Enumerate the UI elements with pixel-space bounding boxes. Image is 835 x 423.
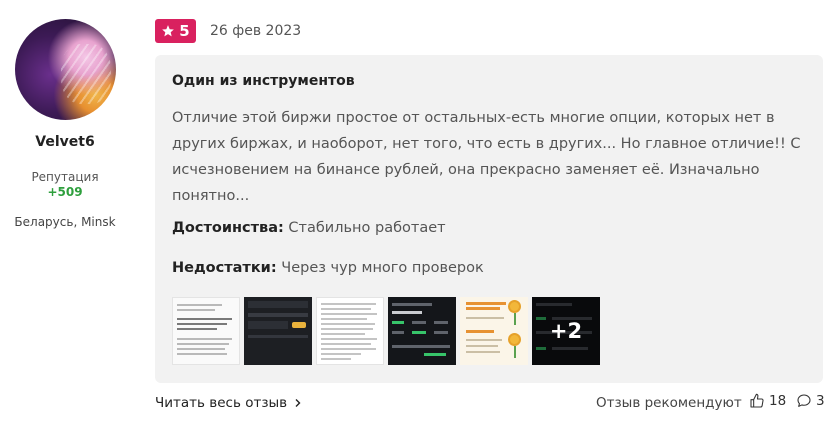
reputation-label: Репутация <box>31 170 99 184</box>
pros: Достоинства: Стабильно работает <box>172 220 446 236</box>
photo-thumbnail-more[interactable]: +2 <box>532 297 600 365</box>
thumbs-up-icon <box>750 393 764 408</box>
rating-badge: 5 <box>155 19 196 43</box>
star-icon <box>162 25 175 37</box>
author-name[interactable]: Velvet6 <box>0 134 130 150</box>
read-full-review-link[interactable]: Читать весь отзыв <box>155 395 303 411</box>
cons-label: Недостатки: <box>172 260 277 276</box>
likes-count: 18 <box>769 393 787 409</box>
review-body: Отличие этой биржи простое от остальных-… <box>172 110 801 204</box>
review-title[interactable]: Один из инструментов <box>172 73 355 89</box>
review-card: Один из инструментов Отличие этой биржи … <box>155 55 823 383</box>
pros-text: Стабильно работает <box>288 220 446 236</box>
comments-count: 3 <box>816 393 825 409</box>
more-photos-count[interactable]: +2 <box>532 297 600 365</box>
comments-button[interactable]: 3 <box>796 393 825 409</box>
avatar[interactable] <box>15 19 116 120</box>
author-location: Беларусь, Minsk <box>14 215 116 229</box>
reputation-value: +509 <box>47 185 83 199</box>
cons: Недостатки: Через чур много проверок <box>172 260 484 276</box>
rating-value: 5 <box>179 22 190 40</box>
photo-thumbnail[interactable] <box>172 297 240 365</box>
review-date: 26 фев 2023 <box>210 23 302 39</box>
like-button[interactable]: 18 <box>749 393 786 409</box>
photo-gallery: +2 <box>172 297 600 365</box>
comment-icon <box>797 394 811 407</box>
pros-label: Достоинства: <box>172 220 284 236</box>
photo-thumbnail[interactable] <box>388 297 456 365</box>
photo-thumbnail[interactable] <box>460 297 528 365</box>
photo-thumbnail[interactable] <box>244 297 312 365</box>
recommend-label: Отзыв рекомендуют <box>596 395 742 411</box>
chevron-right-icon <box>295 399 301 407</box>
cons-text: Через чур много проверок <box>281 260 484 276</box>
read-more-label: Читать весь отзыв <box>155 395 288 411</box>
photo-thumbnail[interactable] <box>316 297 384 365</box>
